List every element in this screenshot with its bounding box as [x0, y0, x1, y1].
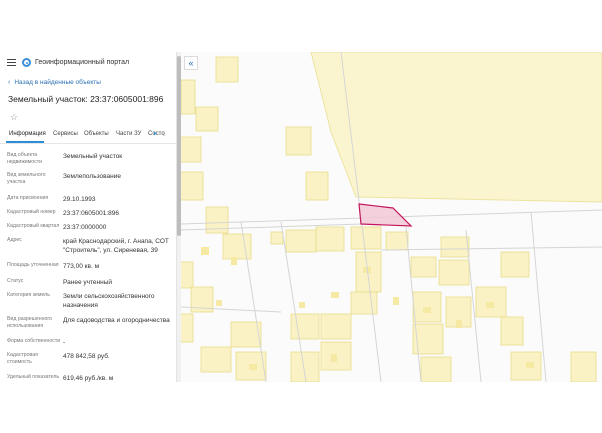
tab-scroll-right-icon[interactable]: ▸	[154, 130, 157, 137]
object-title: Земельный участок: 23:37:0605001:896	[8, 94, 164, 104]
collapse-panel-button[interactable]: «	[184, 56, 198, 70]
property-value: край Краснодарский, г. Анапа, СОТ "Строи…	[63, 238, 169, 254]
tab-parts[interactable]: Части ЗУ	[116, 131, 141, 137]
map-field-area	[310, 52, 602, 203]
selected-parcel	[358, 203, 413, 227]
property-value: -	[63, 339, 66, 346]
map-canvas[interactable]	[181, 52, 602, 382]
active-tab-indicator	[6, 141, 44, 143]
app-window: Геоинформационный портал ‹ Назад в найден…	[0, 52, 602, 382]
property-value: Земельный участок	[63, 153, 123, 160]
property-value: 29.10.1993	[63, 196, 96, 203]
property-value: 619,46 руб./кв. м	[63, 375, 114, 382]
property-key: Форма собственности	[7, 338, 61, 344]
property-value: Для садоводства и огородничества	[63, 317, 170, 324]
property-key: Удельный показатель	[7, 374, 60, 380]
star-icon[interactable]: ☆	[10, 112, 18, 123]
tab-info[interactable]: Информация	[9, 131, 46, 137]
property-key: Кадастровый номер	[7, 209, 56, 215]
portal-logo-icon	[22, 58, 31, 67]
property-key: Вид разрешенного использования	[7, 316, 53, 329]
property-key: Вид объекта недвижимости	[7, 152, 43, 165]
property-key: Дата присвоения	[7, 195, 49, 201]
menu-icon[interactable]	[7, 59, 16, 66]
property-value: 23:37:0000000	[63, 224, 107, 231]
tab-services[interactable]: Сервисы	[53, 131, 78, 137]
back-link[interactable]: ‹ Назад в найденные объекты	[8, 79, 101, 86]
tab-bar: Информация Сервисы Объекты Части ЗУ Сост…	[0, 129, 176, 144]
chevrons-left-icon: «	[188, 58, 194, 68]
chevron-left-icon: ‹	[8, 79, 11, 86]
property-value: 773,00 кв. м	[63, 263, 100, 270]
property-value: 478 842,58 руб.	[63, 353, 110, 360]
more-icon[interactable]: ⁝	[163, 130, 165, 138]
property-value: Землепользование	[63, 173, 121, 180]
property-key: Категория земель	[7, 292, 50, 298]
property-value: Земли сельскохозяйственного назначения	[63, 293, 155, 309]
portal-name: Геоинформационный портал	[35, 59, 130, 66]
property-key: Кадастровая стоимость	[7, 352, 38, 365]
property-key: Кадастровый квартал	[7, 223, 60, 229]
property-value: Ранее учтенный	[63, 279, 112, 286]
property-key: Площадь уточненная	[7, 262, 59, 268]
property-key: Вид земельного участка	[7, 172, 46, 185]
property-key: Адрес	[7, 237, 22, 243]
panel-header: Геоинформационный портал	[0, 52, 176, 74]
info-panel: Геоинформационный портал ‹ Назад в найден…	[0, 52, 177, 382]
back-link-label: Назад в найденные объекты	[14, 79, 101, 86]
property-key: Статус	[7, 278, 24, 284]
property-value: 23:37:0605001:896	[63, 210, 120, 217]
cadastral-map[interactable]	[181, 52, 602, 382]
tab-objects[interactable]: Объекты	[84, 131, 109, 137]
